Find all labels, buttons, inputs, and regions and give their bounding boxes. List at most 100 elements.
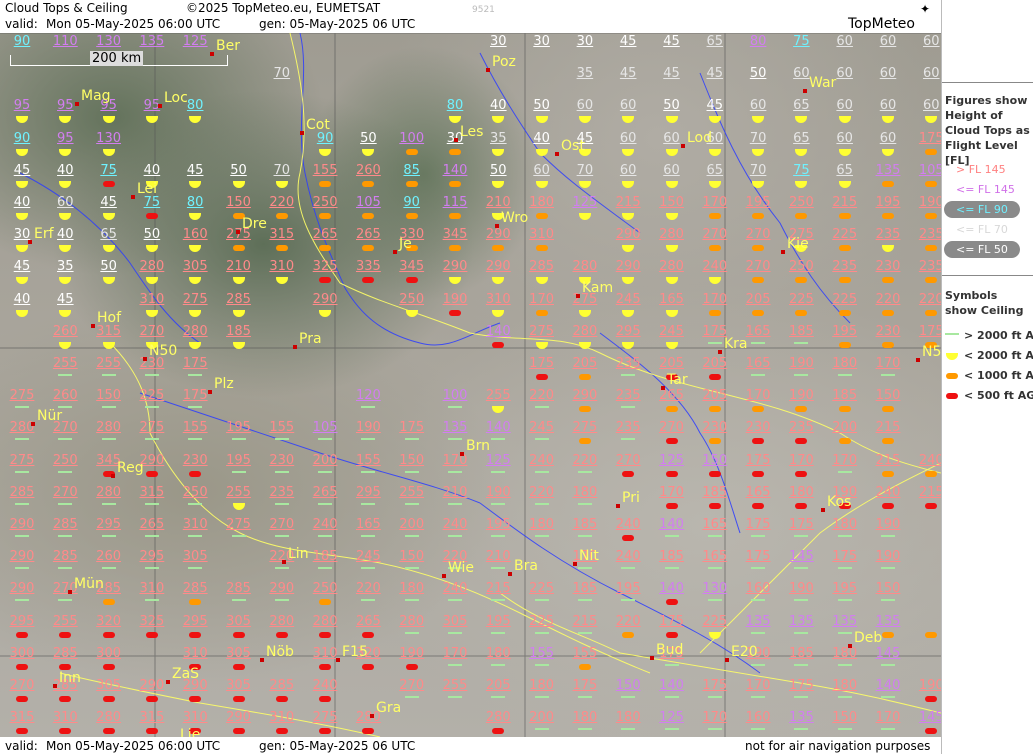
ceiling-symbol (837, 663, 852, 666)
ceiling-symbol (448, 631, 462, 634)
ceiling-symbol (707, 567, 722, 570)
cloud-top-value: 65 (100, 227, 117, 243)
cloud-top-value: 325 (139, 613, 165, 629)
cloud-top-value: 240 (312, 517, 338, 532)
ceiling-symbol (707, 535, 722, 537)
cloud-top-value: 45 (13, 162, 31, 178)
ceiling-symbol (752, 406, 765, 413)
ceiling-symbol (751, 374, 766, 376)
ceiling-symbol (274, 438, 289, 441)
cloud-top-value: 255 (399, 484, 425, 500)
cloud-top-value: 185 (788, 323, 814, 339)
ceiling-symbol (16, 631, 28, 638)
cloud-top-value: 80 (186, 98, 204, 114)
ceiling-symbol (362, 277, 375, 284)
city-marker (650, 656, 654, 660)
ceiling-symbol (16, 696, 28, 702)
city-marker (91, 324, 95, 328)
cloud-top-value: 235 (832, 259, 858, 275)
ceiling-symbol (925, 728, 938, 735)
cloud-top-value: 195 (485, 613, 511, 629)
cloud-top-value: 265 (139, 517, 165, 532)
ceiling-symbol (361, 438, 376, 441)
cloud-top-value: 150 (96, 388, 122, 404)
cloud-top-value: 210 (226, 259, 251, 275)
cloud-top-value: 320 (96, 613, 122, 629)
cloud-top-value: 310 (182, 645, 208, 661)
fl-legend: Figures show Height of Cloud Tops as Fli… (942, 82, 1033, 273)
ceiling-symbol (405, 213, 418, 219)
cloud-top-value: 175 (182, 388, 208, 404)
ceiling-symbol (274, 535, 289, 537)
city-marker (821, 508, 825, 512)
cloud-top-value: 125 (572, 195, 598, 210)
city-marker (210, 52, 214, 56)
ceiling-symbol (492, 245, 505, 252)
cloud-top-value: 280 (659, 259, 684, 275)
cloud-top-value: 310 (139, 581, 165, 597)
ceiling-symbol (664, 663, 679, 666)
cloud-top-value: 130 (96, 34, 122, 49)
ceiling-symbol (577, 599, 592, 602)
cloud-top-value: 185 (312, 549, 338, 565)
cloud-top-value: 215 (875, 420, 901, 436)
ceiling-symbol (144, 535, 159, 537)
ceiling-symbol (707, 696, 722, 698)
ceiling-symbol (577, 502, 592, 505)
ceiling-symbol (448, 696, 462, 698)
cloud-top-value: 115 (442, 195, 468, 210)
ceiling-symbol (752, 277, 765, 284)
map-code: 9521 (472, 5, 495, 15)
ceiling-symbol (752, 309, 765, 316)
cloud-top-value: 270 (52, 484, 78, 500)
ceiling-symbol (404, 438, 419, 441)
ceiling-symbol (881, 567, 895, 570)
ceiling-symbol (448, 535, 462, 537)
cloud-top-value: 275 (139, 420, 165, 436)
cloud-top-value: 70 (273, 162, 291, 178)
satellite-map[interactable]: 200 km 90 110 130 135 125 30 30 30 45 45 65 80 75 60 6… (0, 33, 941, 737)
cloud-top-value: 285 (226, 291, 251, 307)
cloud-top-value: 180 (788, 484, 814, 500)
cloud-top-value: 70 (273, 66, 291, 82)
cloud-top-value: 275 (572, 420, 598, 436)
cloud-top-value: 195 (832, 581, 858, 597)
ceiling-symbol (102, 663, 115, 670)
cloud-top-value: 105 (918, 162, 941, 178)
ceiling-symbol (837, 696, 852, 698)
cloud-top-value: 170 (832, 452, 858, 468)
cloud-top-value: 300 (96, 645, 122, 661)
cloud-top-value: 180 (529, 195, 555, 210)
cloud-top-value: 255 (226, 484, 251, 500)
ceiling-symbol (535, 374, 548, 380)
cloud-top-value: 235 (615, 356, 641, 371)
city-label: Ost (561, 138, 585, 154)
ceiling-symbol (665, 502, 678, 509)
ceiling-symbol (404, 631, 419, 634)
cloud-top-value: 260 (52, 323, 78, 339)
ceiling-symbol (59, 696, 72, 702)
city-label: Cot (306, 117, 330, 133)
cloud-top-value: 285 (9, 484, 35, 500)
ceiling-symbol (449, 213, 461, 219)
ceiling-symbol (882, 470, 894, 477)
cloud-top-value: 295 (96, 517, 122, 532)
ceiling-symbol (318, 438, 333, 441)
footer-gen-time: gen: 05-May-2025 06 UTC (259, 739, 416, 753)
cloud-top-value: 70 (749, 162, 767, 178)
header-bar: Cloud Tops & Ceiling ©2025 TopMeteo.eu, … (0, 0, 941, 33)
ceiling-symbol (838, 213, 851, 219)
ceiling-symbol (362, 245, 375, 252)
ceiling-symbol (275, 631, 288, 638)
ceiling-symbol (534, 438, 549, 441)
cloud-top-value: 145 (788, 549, 814, 565)
cloud-top-value: 220 (529, 484, 555, 500)
cloud-top-value: 150 (399, 549, 425, 565)
ceiling-symbol (925, 213, 938, 219)
ceiling-symbol (578, 406, 591, 413)
ceiling-symbol (102, 631, 115, 638)
cloud-top-value: 265 (659, 388, 684, 404)
city-label: Dre (242, 216, 267, 232)
cloud-top-value: 300 (9, 645, 35, 661)
copyright: ©2025 TopMeteo.eu, EUMETSAT (186, 1, 381, 15)
